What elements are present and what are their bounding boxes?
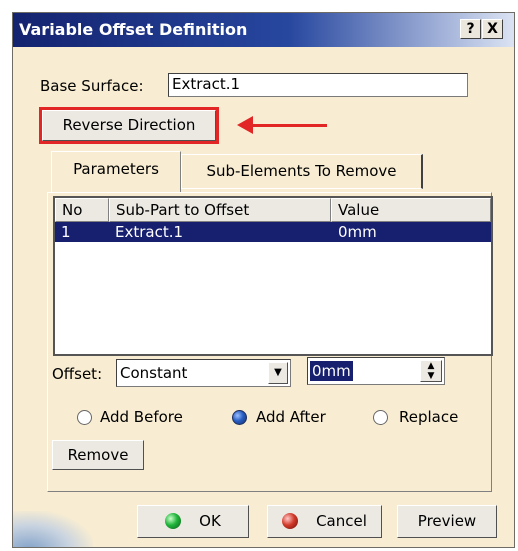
title-bar: Variable Offset Definition ? X bbox=[13, 13, 514, 47]
offset-value: 0mm bbox=[310, 361, 353, 381]
spinner-arrows-icon[interactable]: ▲ ▼ bbox=[420, 360, 442, 382]
column-header-sub-part[interactable]: Sub-Part to Offset bbox=[109, 198, 331, 222]
add-after-radio[interactable] bbox=[232, 410, 247, 425]
offset-mode-value: Constant bbox=[120, 364, 188, 382]
table-row[interactable]: 1 Extract.1 0mm bbox=[55, 222, 491, 242]
window-title: Variable Offset Definition bbox=[19, 20, 248, 39]
close-button[interactable]: X bbox=[482, 19, 503, 39]
decorative-swoosh bbox=[13, 511, 93, 547]
remove-button[interactable]: Remove bbox=[52, 440, 144, 470]
offset-table[interactable]: No Sub-Part to Offset Value 1 Extract.1 … bbox=[53, 196, 493, 356]
replace-label: Replace bbox=[399, 408, 459, 426]
tab-sub-elements-to-remove[interactable]: Sub-Elements To Remove bbox=[181, 154, 423, 189]
column-header-value[interactable]: Value bbox=[331, 198, 491, 222]
base-surface-label: Base Surface: bbox=[40, 77, 144, 95]
cancel-button[interactable]: Cancel bbox=[267, 505, 382, 538]
row-value: 0mm bbox=[338, 223, 377, 241]
highlight-box bbox=[39, 107, 219, 144]
add-before-label: Add Before bbox=[100, 408, 183, 426]
chevron-down-icon[interactable]: ▼ bbox=[268, 362, 288, 384]
tab-parameters[interactable]: Parameters bbox=[51, 151, 181, 193]
ok-label: OK bbox=[199, 512, 221, 530]
offset-mode-select[interactable]: Constant ▼ bbox=[116, 359, 291, 387]
help-button[interactable]: ? bbox=[460, 19, 481, 39]
row-sub-part: Extract.1 bbox=[115, 223, 184, 241]
offset-label: Offset: bbox=[52, 365, 103, 383]
add-before-radio[interactable] bbox=[77, 410, 92, 425]
cancel-label: Cancel bbox=[316, 512, 367, 530]
cancel-icon bbox=[282, 512, 299, 529]
base-surface-field[interactable]: Extract.1 bbox=[168, 73, 468, 97]
ok-icon bbox=[165, 512, 182, 529]
row-no: 1 bbox=[61, 223, 71, 241]
annotation-arrow-icon bbox=[237, 116, 253, 134]
offset-value-spinner[interactable]: 0mm ▲ ▼ bbox=[307, 357, 445, 385]
ok-button[interactable]: OK bbox=[137, 505, 249, 538]
annotation-arrow-shaft bbox=[251, 124, 327, 127]
replace-radio[interactable] bbox=[373, 410, 388, 425]
preview-button[interactable]: Preview bbox=[397, 505, 497, 538]
variable-offset-dialog: Variable Offset Definition ? X Base Surf… bbox=[12, 12, 515, 548]
add-after-label: Add After bbox=[256, 408, 326, 426]
column-header-no[interactable]: No bbox=[55, 198, 109, 222]
